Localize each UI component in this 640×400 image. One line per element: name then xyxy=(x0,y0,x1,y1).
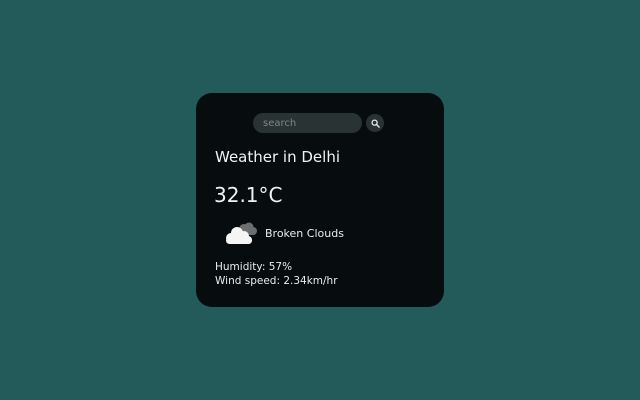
temperature: 32.1°C xyxy=(214,183,283,207)
search-input[interactable] xyxy=(253,113,362,133)
city-title: Weather in Delhi xyxy=(215,148,340,166)
humidity-readout: Humidity: 57% xyxy=(215,261,293,273)
broken-clouds-icon xyxy=(226,222,257,244)
page-background: Weather in Delhi 32.1°C Broken Clouds Hu… xyxy=(0,0,640,400)
search-bar xyxy=(253,113,384,133)
wind-speed-readout: Wind speed: 2.34km/hr xyxy=(215,275,338,287)
search-icon xyxy=(370,118,380,128)
weather-description: Broken Clouds xyxy=(265,227,344,240)
search-button[interactable] xyxy=(366,114,384,132)
weather-card: Weather in Delhi 32.1°C Broken Clouds Hu… xyxy=(196,93,444,307)
